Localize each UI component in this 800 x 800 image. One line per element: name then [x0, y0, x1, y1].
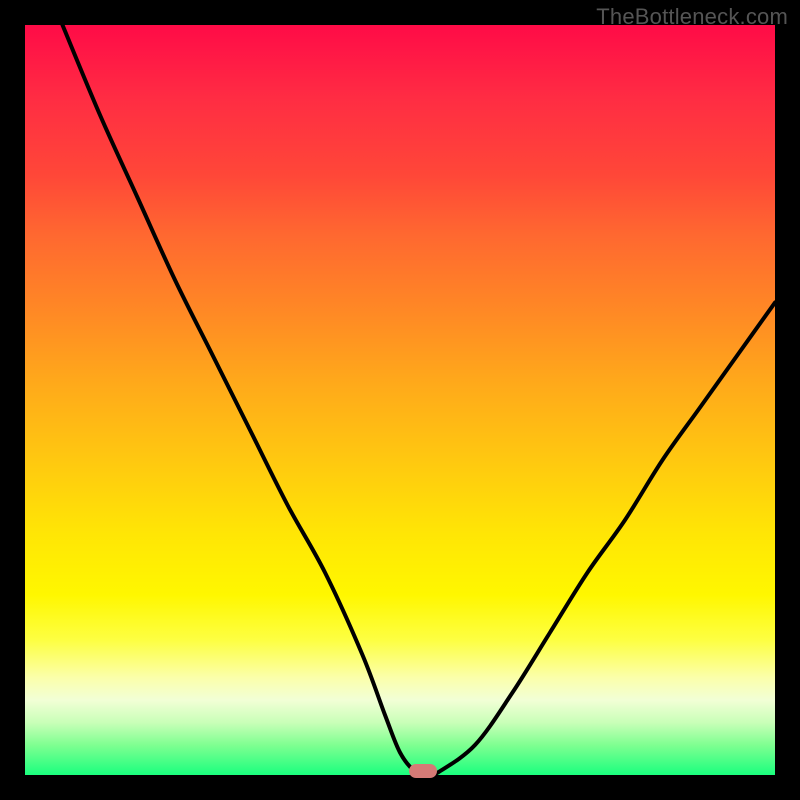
curve-path: [63, 25, 776, 775]
optimum-marker: [409, 764, 437, 778]
bottleneck-curve: [25, 25, 775, 775]
plot-area: [25, 25, 775, 775]
chart-frame: TheBottleneck.com: [0, 0, 800, 800]
watermark-text: TheBottleneck.com: [596, 4, 788, 30]
